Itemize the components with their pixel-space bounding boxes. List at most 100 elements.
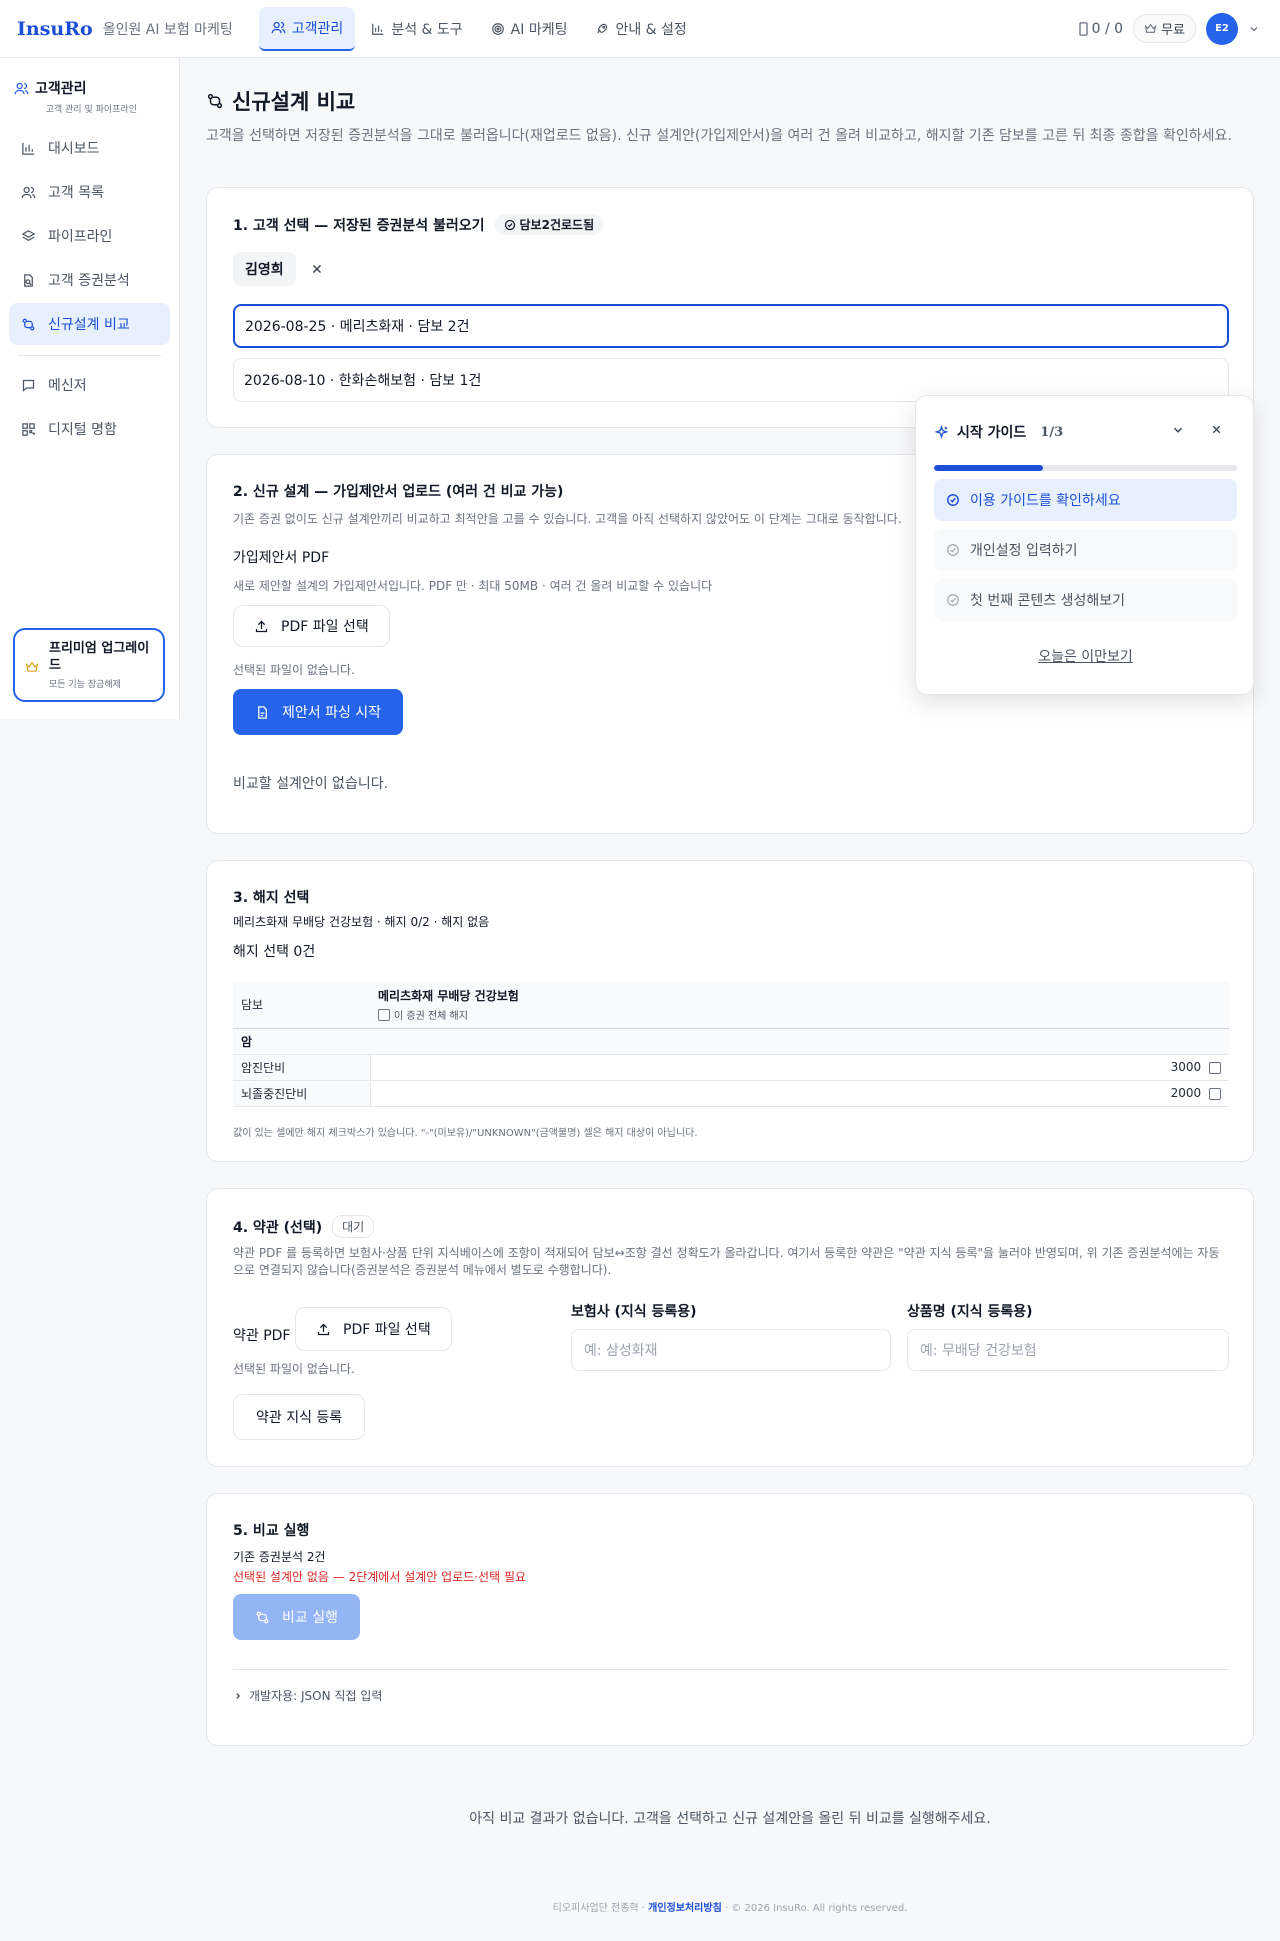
button-label: 제안서 파싱 시작 — [282, 705, 382, 721]
footer-company: 티오피사업단 전종혁 — [552, 1903, 639, 1914]
button-label: 비교 실행 — [282, 1610, 338, 1626]
section-title: 1. 고객 선택 — 저장된 증권분석 불러오기 담보2건로드됨 — [233, 214, 604, 235]
check-circle-icon — [947, 544, 959, 556]
dev-json-toggle[interactable]: 개발자용: JSON 직접 입력 — [233, 1687, 382, 1704]
chevron-down-icon[interactable] — [1248, 23, 1260, 35]
coverage-value: 3000 — [1170, 1060, 1202, 1074]
section-run-compare: 5. 비교 실행 기존 증권분석 2건 선택된 설계안 없음 — 2단계에서 설… — [206, 1493, 1254, 1746]
phone-icon — [1078, 21, 1088, 36]
qr-code-icon — [22, 422, 35, 436]
sidebar-item-pipeline[interactable]: 파이프라인 — [9, 215, 170, 257]
section-title-text: 4. 약관 (선택) — [233, 1219, 323, 1236]
guide-progress-fill — [934, 465, 1044, 471]
sidebar-item-policy-analysis[interactable]: 고객 증권분석 — [9, 259, 170, 301]
guide-item-view-guide[interactable]: 이용 가이드를 확인하세요 — [934, 479, 1237, 521]
nav-tab-label: 분석 & 도구 — [391, 21, 463, 38]
nav-tab-customers[interactable]: 고객관리 — [258, 6, 356, 51]
file-search-icon — [24, 273, 33, 287]
chevron-right-icon — [236, 1692, 241, 1699]
customer-chip: 김영희 — [233, 252, 296, 286]
crown-icon — [1144, 23, 1157, 33]
sidebar-item-messenger[interactable]: 메신저 — [9, 364, 170, 406]
sidebar-item-label: 디지털 명함 — [48, 422, 117, 438]
sidebar-item-digital-card[interactable]: 디지털 명함 — [9, 408, 170, 450]
nav-tab-label: 안내 & 설정 — [615, 21, 687, 38]
sidebar-item-label: 고객 증권분석 — [48, 273, 130, 289]
sidebar-subtitle: 고객 관리 및 파이프라인 — [45, 105, 137, 115]
cancel-checkbox[interactable] — [1209, 1087, 1221, 1100]
tagline: 올인원 AI 보험 마케팅 — [102, 21, 233, 38]
premium-upgrade-button[interactable]: 프리미엄 업그레이드 모든 기능 잠금해제 — [13, 628, 165, 702]
nav-tab-guide-settings[interactable]: 안내 & 설정 — [583, 8, 698, 50]
section-title-text: 1. 고객 선택 — 저장된 증권분석 불러오기 — [233, 217, 485, 234]
nav-tab-ai-marketing[interactable]: AI 마케팅 — [479, 8, 580, 50]
divider — [233, 1669, 1229, 1670]
nav-tab-analysis[interactable]: 분석 & 도구 — [359, 8, 474, 50]
message-icon — [22, 379, 35, 392]
close-icon[interactable] — [310, 262, 324, 276]
footer-copyright: © 2026 InsuRo. All rights reserved. — [731, 1903, 908, 1914]
policy-option[interactable]: 2026-08-25 · 메리츠화재 · 담보 2건 — [233, 304, 1229, 348]
crown-icon — [25, 661, 39, 672]
proposal-file-select-button[interactable]: PDF 파일 선택 — [233, 605, 390, 647]
chevron-down-icon[interactable] — [1171, 423, 1185, 437]
privacy-policy-link[interactable]: 개인정보처리방침 — [648, 1903, 722, 1914]
policy-name: 메리츠화재 무배당 건강보험 — [378, 989, 519, 1004]
cancel-count: 해지 선택 0건 — [233, 944, 316, 960]
sidebar-item-customer-list[interactable]: 고객 목록 — [9, 171, 170, 213]
no-file-text: 선택된 파일이 없습니다. — [233, 663, 355, 677]
check-circle-icon — [504, 219, 515, 230]
close-icon[interactable] — [1210, 423, 1223, 436]
table-note: 값이 있는 셀에만 해지 체크박스가 있습니다. "-"(미보유)/"UNKNO… — [233, 1128, 698, 1139]
cancel-checkbox[interactable] — [1209, 1061, 1221, 1074]
nav-tab-label: 고객관리 — [291, 20, 344, 37]
section-description: 약관 PDF 를 등록하면 보험사·상품 단위 지식베이스에 조항이 적재되어 … — [233, 1246, 1220, 1277]
section-terms: 4. 약관 (선택) 대기 약관 PDF 를 등록하면 보험사·상품 단위 지식… — [206, 1188, 1254, 1467]
nav-tab-label: AI 마케팅 — [510, 21, 568, 38]
parse-proposal-button[interactable]: 제안서 파싱 시작 — [233, 689, 404, 735]
credit-text: 0 / 0 — [1091, 20, 1124, 37]
no-file-text: 선택된 파일이 없습니다. — [233, 1362, 355, 1376]
product-label: 상품명 (지식 등록용) — [907, 1304, 1033, 1320]
git-compare-icon — [256, 1611, 269, 1623]
users-icon — [14, 82, 29, 94]
premium-subtitle: 모든 기능 잠금해제 — [49, 680, 121, 690]
empty-designs-text: 비교할 설계안이 없습니다. — [233, 776, 389, 792]
terms-file-select-button[interactable]: PDF 파일 선택 — [295, 1307, 452, 1351]
sidebar-item-label: 대시보드 — [48, 141, 100, 157]
guide-item-label: 이용 가이드를 확인하세요 — [970, 493, 1121, 509]
sidebar-divider — [18, 355, 161, 356]
product-input[interactable]: 예: 무배당 건강보험 — [907, 1329, 1229, 1371]
guide-item-create-content[interactable]: 첫 번째 콘텐츠 생성해보기 — [934, 579, 1237, 621]
sidebar-item-label: 고객 목록 — [48, 185, 104, 201]
coverage-value: 2000 — [1170, 1086, 1202, 1100]
upload-icon — [317, 1323, 330, 1335]
sidebar-item-dashboard[interactable]: 대시보드 — [9, 127, 170, 169]
section-title: 5. 비교 실행 — [233, 1523, 310, 1539]
guide-skip-today-link[interactable]: 오늘은 이만보기 — [916, 646, 1255, 666]
sidebar-item-label: 신규설계 비교 — [48, 317, 130, 333]
guide-item-label: 개인설정 입력하기 — [970, 543, 1078, 559]
coverage-table: 담보 메리츠화재 무배당 건강보험 이 증권 전체 해지 암 암진단비 3000 — [233, 982, 1229, 1107]
cancel-all-checkbox[interactable] — [378, 1008, 390, 1021]
sidebar-item-new-design-compare[interactable]: 신규설계 비교 — [9, 303, 170, 345]
credit-counter[interactable]: 0 / 0 — [1078, 20, 1124, 37]
start-guide-popup: 시작 가이드 1/3 이용 가이드를 확인하세요 개인설정 입력하기 첫 번째 … — [915, 395, 1254, 695]
page-title-text: 신규설계 비교 — [232, 90, 356, 114]
coverage-name: 뇌졸중진단비 — [233, 1080, 371, 1107]
plan-badge[interactable]: 무료 — [1133, 14, 1196, 43]
cancel-all-checkbox-row[interactable]: 이 증권 전체 해지 — [378, 1007, 1221, 1022]
section-title: 4. 약관 (선택) 대기 — [233, 1215, 375, 1238]
cancel-summary: 메리츠화재 무배당 건강보험 · 해지 0/2 · 해지 없음 — [233, 915, 490, 929]
column-header-policy: 메리츠화재 무배당 건강보험 이 증권 전체 해지 — [370, 982, 1229, 1029]
register-terms-button[interactable]: 약관 지식 등록 — [233, 1394, 366, 1440]
avatar[interactable]: E2 — [1206, 12, 1238, 45]
run-compare-button[interactable]: 비교 실행 — [233, 1594, 360, 1640]
section-customer-select: 1. 고객 선택 — 저장된 증권분석 불러오기 담보2건로드됨 김영희 202… — [206, 187, 1254, 428]
sidebar-item-label: 파이프라인 — [48, 229, 113, 245]
logo[interactable]: InsuRo — [17, 18, 93, 40]
guide-item-personal-settings[interactable]: 개인설정 입력하기 — [934, 529, 1237, 571]
guide-item-label: 첫 번째 콘텐츠 생성해보기 — [970, 593, 1126, 609]
table-row: 암진단비 3000 — [233, 1054, 1229, 1081]
insurer-input[interactable]: 예: 삼성화재 — [571, 1329, 891, 1371]
